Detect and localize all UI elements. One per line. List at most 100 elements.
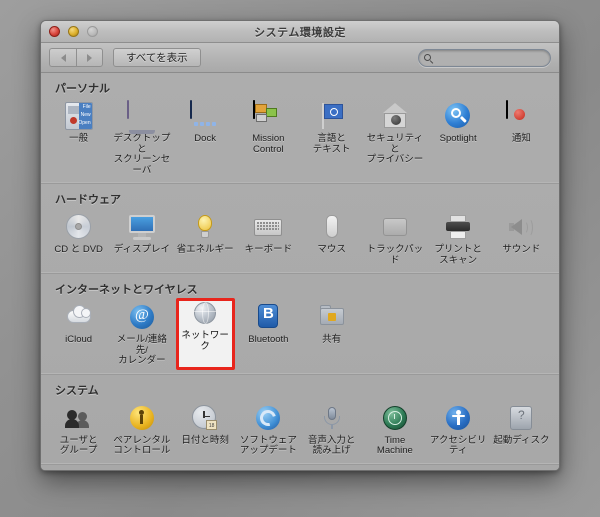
pane-label: デスクトップと スクリーンセーバ bbox=[113, 133, 171, 176]
toolbar: すべてを表示 bbox=[41, 43, 559, 73]
pane-label: サウンド bbox=[502, 244, 541, 255]
pane-label: 起動ディスク bbox=[493, 434, 550, 446]
security-privacy-icon bbox=[379, 100, 411, 132]
pref-pane-dock[interactable]: Dock bbox=[174, 99, 237, 179]
pref-pane-bluetooth[interactable]: B Bluetooth bbox=[237, 300, 300, 370]
pref-pane-mail-contacts-calendars[interactable]: @ メール/連絡先/カレンダー bbox=[110, 300, 173, 370]
pref-pane-print-scan[interactable]: プリントと スキャン bbox=[427, 210, 490, 269]
section-internet-wireless: インターネットとワイヤレス iCloud @ メール/連絡先/カレンダー ネット… bbox=[41, 273, 559, 374]
pane-label: Dock bbox=[194, 133, 216, 144]
pane-label: ペアレンタル コントロール bbox=[113, 434, 171, 456]
pane-label: Spotlight bbox=[439, 133, 477, 144]
pane-label: 言語と テキスト bbox=[312, 133, 351, 155]
calendar-day: 18 bbox=[206, 419, 218, 430]
pref-pane-network[interactable]: ネットワーク bbox=[175, 298, 235, 370]
mail-contacts-calendars-icon: @ bbox=[126, 301, 158, 333]
pane-label: トラックパッド bbox=[366, 244, 424, 266]
pref-pane-notifications[interactable]: 通知 bbox=[490, 99, 553, 179]
pane-label: iCloud bbox=[65, 334, 93, 345]
pref-pane-startup-disk[interactable]: ? 起動ディスク bbox=[490, 401, 553, 460]
sound-icon bbox=[505, 211, 537, 243]
pref-pane-language-text[interactable]: 言語と テキスト bbox=[300, 99, 363, 179]
search-field[interactable] bbox=[418, 49, 551, 67]
pref-pane-mouse[interactable]: マウス bbox=[300, 210, 363, 269]
mouse-icon bbox=[316, 211, 348, 243]
pane-label: ネットワーク bbox=[181, 330, 229, 352]
time-machine-icon bbox=[379, 402, 411, 434]
pane-empty bbox=[363, 300, 426, 370]
pane-label: Bluetooth bbox=[248, 334, 289, 345]
pane-label: ディスプレイ bbox=[113, 244, 171, 255]
pref-pane-security-privacy[interactable]: セキュリティと プライバシー bbox=[363, 99, 426, 179]
speech-icon bbox=[316, 402, 348, 434]
pref-pane-general[interactable]: File New Open 一般 bbox=[47, 99, 110, 179]
pane-label: 日付と時刻 bbox=[181, 434, 229, 446]
dock-icon bbox=[189, 100, 221, 132]
pref-pane-accessibility[interactable]: アクセシビリティ bbox=[427, 401, 490, 460]
pref-pane-icloud[interactable]: iCloud bbox=[47, 300, 110, 370]
print-scan-icon bbox=[442, 211, 474, 243]
pref-pane-software-update[interactable]: ソフトウェア アップデート bbox=[237, 401, 300, 460]
pref-pane-time-machine[interactable]: Time Machine bbox=[363, 401, 426, 460]
section-title: パーソナル bbox=[55, 83, 110, 95]
pane-empty bbox=[427, 300, 490, 370]
window-titlebar: システム環境設定 bbox=[41, 21, 559, 43]
keyboard-icon bbox=[252, 211, 284, 243]
pane-grid: iCloud @ メール/連絡先/カレンダー ネットワーク B Bluetoot… bbox=[41, 298, 559, 370]
icloud-icon bbox=[63, 301, 95, 333]
mission-control-icon bbox=[252, 100, 284, 132]
pane-label: プリントと スキャン bbox=[434, 244, 482, 266]
energy-saver-icon bbox=[189, 211, 221, 243]
displays-icon bbox=[126, 211, 158, 243]
section-title: システム bbox=[55, 384, 99, 397]
back-button[interactable] bbox=[49, 48, 76, 67]
pref-pane-desktop-screensaver[interactable]: デスクトップと スクリーンセーバ bbox=[110, 99, 173, 179]
pane-label: Mission Control bbox=[252, 133, 285, 155]
spotlight-icon bbox=[442, 100, 474, 132]
disk-question-symbol: ? bbox=[518, 407, 525, 422]
pref-pane-displays[interactable]: ディスプレイ bbox=[110, 210, 173, 269]
users-groups-icon bbox=[63, 402, 95, 434]
pref-pane-energy-saver[interactable]: 省エネルギー bbox=[174, 210, 237, 269]
pane-label: セキュリティと プライバシー bbox=[366, 133, 424, 165]
system-preferences-window: システム環境設定 すべてを表示 パーソナル File New Open 一般 デ… bbox=[40, 20, 560, 471]
software-update-icon bbox=[252, 402, 284, 434]
pane-grid: File New Open 一般 デスクトップと スクリーンセーバ Dock M… bbox=[41, 99, 559, 179]
bluetooth-icon: B bbox=[252, 301, 284, 333]
chevron-right-icon bbox=[87, 53, 92, 62]
pane-label: 音声入力と 読み上げ bbox=[307, 434, 356, 456]
search-container bbox=[418, 49, 551, 67]
accessibility-icon bbox=[442, 402, 474, 434]
pref-pane-sound[interactable]: サウンド bbox=[490, 210, 553, 269]
pref-pane-keyboard[interactable]: キーボード bbox=[237, 210, 300, 269]
pref-pane-spotlight[interactable]: Spotlight bbox=[427, 99, 490, 179]
pref-pane-parental-controls[interactable]: ペアレンタル コントロール bbox=[110, 401, 173, 460]
network-icon bbox=[189, 301, 221, 329]
at-symbol: @ bbox=[134, 307, 149, 323]
forward-button[interactable] bbox=[76, 48, 103, 67]
pane-label: メール/連絡先/カレンダー bbox=[116, 334, 167, 366]
show-all-button[interactable]: すべてを表示 bbox=[113, 48, 201, 67]
trackpad-icon bbox=[379, 211, 411, 243]
pref-pane-trackpad[interactable]: トラックパッド bbox=[363, 210, 426, 269]
section-title: ハードウェア bbox=[55, 194, 121, 206]
pref-pane-speech[interactable]: 音声入力と 読み上げ bbox=[300, 401, 363, 460]
pane-label: アクセシビリティ bbox=[429, 434, 487, 456]
sharing-icon bbox=[316, 301, 348, 333]
pref-pane-date-time[interactable]: 18 日付と時刻 bbox=[174, 401, 237, 460]
pane-label: 通知 bbox=[511, 133, 531, 144]
section-system: システム ユーザと グループ ペアレンタル コントロール 18 日付と時刻 ソフ… bbox=[41, 373, 559, 464]
pane-empty bbox=[490, 300, 553, 370]
pane-label: 共有 bbox=[322, 334, 342, 345]
window-title: システム環境設定 bbox=[254, 27, 346, 39]
pane-grid: ユーザと グループ ペアレンタル コントロール 18 日付と時刻 ソフトウェア … bbox=[41, 401, 559, 460]
search-input[interactable] bbox=[436, 52, 550, 64]
pref-pane-users-groups[interactable]: ユーザと グループ bbox=[47, 401, 110, 460]
pane-label: ソフトウェア アップデート bbox=[239, 434, 297, 456]
pref-pane-sharing[interactable]: 共有 bbox=[300, 300, 363, 370]
section-other: その他 ƒ Flash Player FUSE FUSE for OS X bbox=[41, 463, 559, 471]
pref-pane-cd-dvd[interactable]: CD と DVD bbox=[47, 210, 110, 269]
parental-controls-icon bbox=[126, 402, 158, 434]
pane-label: キーボード bbox=[244, 244, 293, 255]
pref-pane-mission-control[interactable]: Mission Control bbox=[237, 99, 300, 179]
